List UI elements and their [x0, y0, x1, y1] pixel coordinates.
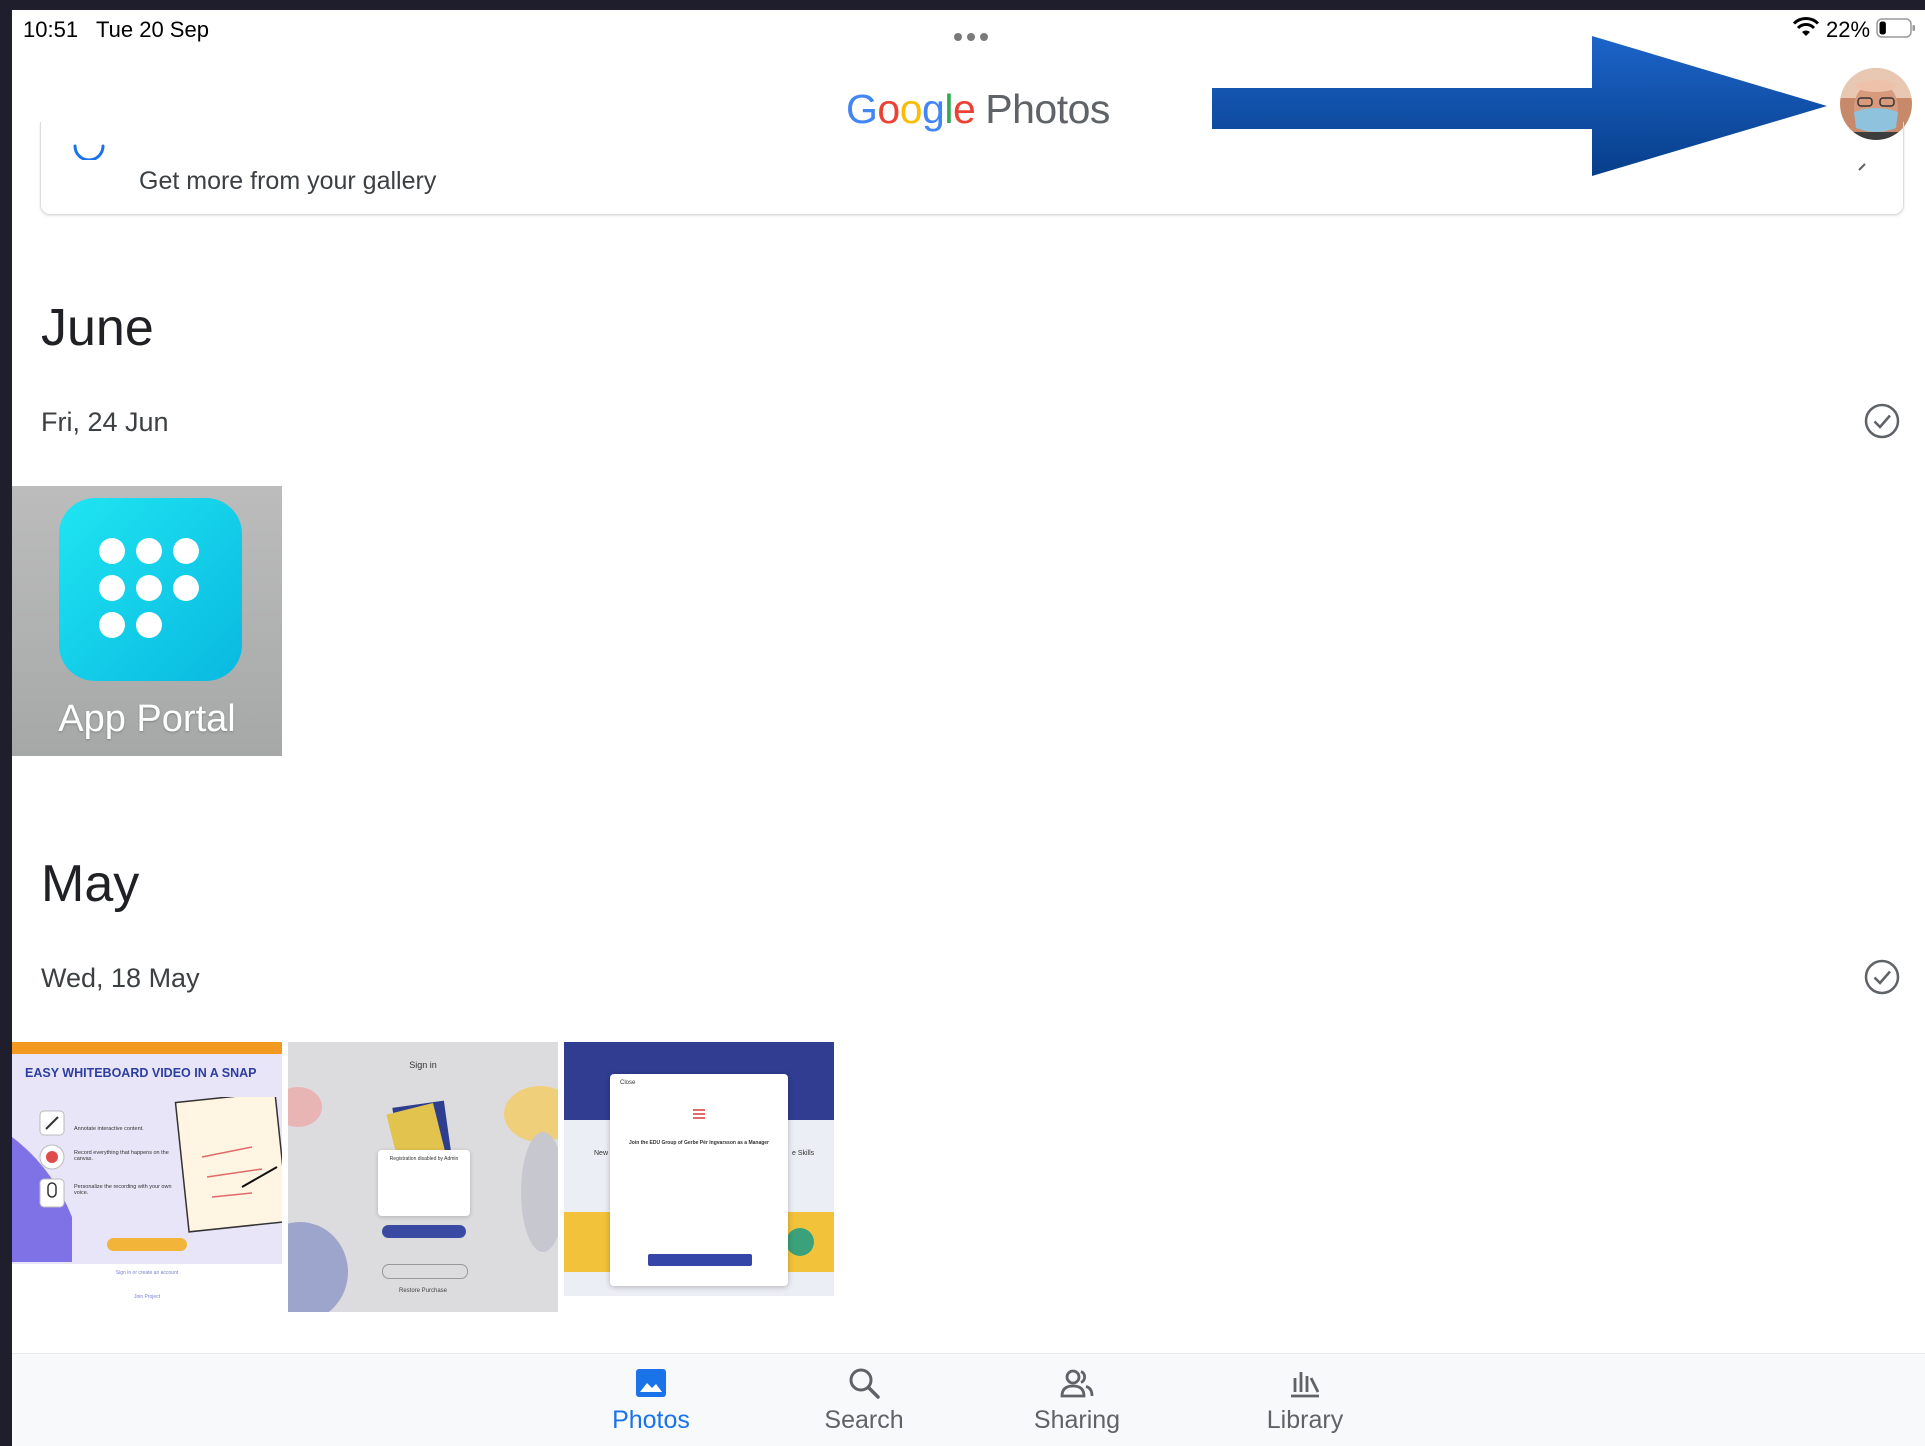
gallery-banner-card[interactable]: Get more from your gallery [40, 122, 1904, 215]
ipad-screen: 10:51 Tue 20 Sep 22% Google Photos Get m… [12, 10, 1925, 1446]
banner-progress-icon [73, 144, 105, 160]
month-heading-june: June [41, 299, 154, 357]
sign-in-title: Sign in [409, 1060, 437, 1070]
join-manager-dialog: Close Join the EDU Group of Gerbe Pér In… [610, 1074, 788, 1286]
photo-thumbnail-manager[interactable]: New e Skills Close Join the EDU Group of… [564, 1042, 834, 1312]
group-logo-icon [693, 1109, 705, 1119]
warning-strip [12, 1042, 282, 1054]
banner-text: Get more from your gallery [139, 167, 437, 195]
app-portal-icon [59, 498, 242, 681]
photos-icon [636, 1369, 666, 1397]
whiteboard-title: EASY WHITEBOARD VIDEO IN A SNAP [25, 1066, 257, 1080]
app-portal-label: App Portal [58, 698, 236, 740]
bottom-navigation: Photos Search Sharing Library [12, 1353, 1925, 1446]
sharing-icon [1060, 1369, 1094, 1398]
status-time: 10:51 [23, 17, 79, 42]
multitasking-dots-icon[interactable] [954, 28, 994, 41]
date-label-jun-24: Fri, 24 Jun [41, 407, 169, 437]
select-all-check-icon[interactable] [1863, 958, 1901, 996]
registration-disabled-dialog: Registration disabled by Admin [378, 1150, 470, 1216]
email-button-preview [382, 1225, 466, 1238]
photo-thumbnail-app-portal[interactable]: App Portal [12, 486, 282, 756]
status-date: Tue 20 Sep [96, 17, 209, 42]
search-icon [849, 1368, 880, 1399]
photo-thumbnail-sign-in[interactable]: Sign in Registration disabled by Admin R… [288, 1042, 558, 1312]
nav-label-photos: Photos [612, 1406, 690, 1434]
date-label-may-18: Wed, 18 May [41, 963, 200, 993]
whiteboard-cta-button [107, 1238, 187, 1251]
battery-icon [1876, 18, 1915, 38]
library-icon [1291, 1372, 1320, 1398]
photo-thumbnail-whiteboard[interactable]: EASY WHITEBOARD VIDEO IN A SNAP Annotate… [12, 1042, 282, 1312]
side-text-skills: e Skills [792, 1150, 815, 1157]
nav-label-sharing: Sharing [1033, 1406, 1121, 1434]
select-all-check-icon[interactable] [1863, 402, 1901, 440]
other-options-button-preview [382, 1264, 468, 1279]
nav-label-library: Library [1266, 1406, 1344, 1434]
wifi-icon [1792, 17, 1820, 36]
nav-tab-search[interactable]: Search [789, 1366, 939, 1435]
month-heading-may: May [41, 855, 140, 913]
join-as-manager-button-preview [648, 1254, 752, 1266]
chevron-icon[interactable] [1857, 162, 1873, 172]
nav-tab-library[interactable]: Library [1230, 1366, 1380, 1435]
nav-tab-photos[interactable]: Photos [576, 1366, 726, 1435]
nav-tab-sharing[interactable]: Sharing [1002, 1366, 1152, 1435]
nav-label-search: Search [824, 1406, 904, 1434]
restore-purchase-text: Restore Purchase [398, 1288, 448, 1294]
side-text-new: New [594, 1150, 609, 1157]
